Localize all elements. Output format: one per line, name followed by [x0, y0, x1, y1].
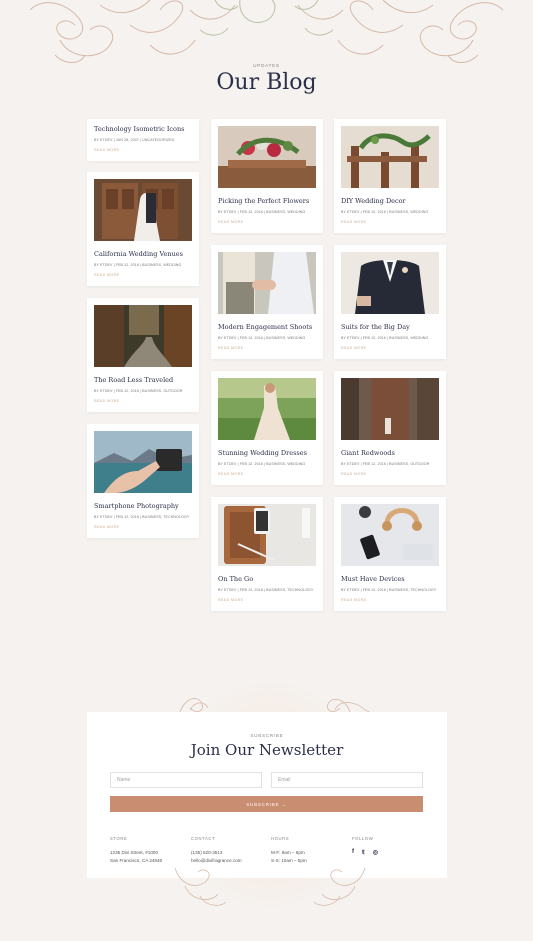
read-more-link[interactable]: Read More	[341, 220, 366, 224]
hours-label: Hours	[271, 836, 290, 841]
blog-card[interactable]: Stunning Wedding Dresses BY ETDEV | FEB …	[211, 371, 323, 485]
twitter-icon[interactable]: 𝕥	[362, 849, 365, 856]
facebook-icon[interactable]: f	[352, 849, 354, 856]
post-image[interactable]	[218, 252, 316, 314]
post-title[interactable]: DIY Wedding Decor	[341, 197, 441, 205]
post-title[interactable]: Technology Isometric Icons	[94, 125, 194, 133]
section-eyebrow: Updates	[253, 63, 280, 68]
post-image[interactable]	[341, 504, 439, 566]
floral-footer-decoration	[174, 867, 366, 906]
email-address[interactable]: hello@divifragrance.com	[191, 857, 261, 865]
blog-card[interactable]: Modern Engagement Shoots BY ETDEV | FEB …	[211, 245, 323, 359]
newsletter-panel: Subscribe Join Our Newsletter Subscribe …	[87, 712, 447, 878]
blog-card[interactable]: The Road Less Traveled BY ETDEV | FEB 12…	[87, 298, 199, 412]
blog-card[interactable]: Suits for the Big Day BY ETDEV | FEB 12,…	[334, 245, 446, 359]
newsletter-eyebrow: Subscribe	[250, 733, 284, 738]
post-meta: BY ETDEV | FEB 12, 2016 | BUSINESS, TECH…	[341, 588, 437, 592]
read-more-link[interactable]: Read More	[341, 472, 366, 476]
read-more-link[interactable]: Read More	[94, 399, 119, 403]
post-image[interactable]	[341, 126, 439, 188]
post-image[interactable]	[94, 179, 192, 241]
hours-info: Hours M-F: 9am – 6pm S-S: 10am – 5pm	[271, 836, 341, 865]
post-image[interactable]	[94, 305, 192, 367]
contact-label: Contact	[191, 836, 216, 841]
floral-header-decoration	[29, 0, 504, 63]
read-more-link[interactable]: Read More	[218, 598, 243, 602]
post-meta: BY ETDEV | FEB 12, 2016 | BUSINESS, WEDD…	[341, 210, 429, 214]
email-input[interactable]	[271, 772, 423, 788]
post-meta: BY ETDEV | FEB 12, 2016 | BUSINESS, WEDD…	[94, 263, 182, 267]
store-address-line: 1235 Divi Street, #1000	[110, 850, 159, 855]
read-more-link[interactable]: Read More	[218, 220, 243, 224]
post-meta: BY ETDEV | FEB 12, 2016 | BUSINESS, WEDD…	[218, 210, 306, 214]
post-meta: BY ETDEV | FEB 12, 2016 | BUSINESS, WEDD…	[341, 336, 429, 340]
hours-line: S-S: 10am – 5pm	[271, 858, 307, 863]
subscribe-button[interactable]: Subscribe →	[110, 796, 423, 812]
post-meta: BY ETDEV | FEB 12, 2016 | BUSINESS, TECH…	[218, 588, 314, 592]
contact-info: Contact (135) 520-3513 hello@divifragran…	[191, 836, 261, 865]
post-meta: BY ETDEV | FEB 12, 2016 | BUSINESS, TECH…	[94, 515, 190, 519]
blog-card[interactable]: On The Go BY ETDEV | FEB 12, 2016 | BUSI…	[211, 497, 323, 611]
post-meta: BY ETDEV | FEB 12, 2016 | BUSINESS, OUTD…	[341, 462, 430, 466]
store-address-line: San Francisco, CA 24946	[110, 858, 163, 863]
post-title[interactable]: Stunning Wedding Dresses	[218, 449, 318, 457]
read-more-link[interactable]: Read More	[94, 273, 119, 277]
post-image[interactable]	[94, 431, 192, 493]
post-meta: BY ETDEV | FEB 12, 2016 | BUSINESS, OUTD…	[94, 389, 183, 393]
read-more-link[interactable]: Read More	[94, 525, 119, 529]
post-title[interactable]: Modern Engagement Shoots	[218, 323, 318, 331]
post-title[interactable]: The Road Less Traveled	[94, 376, 194, 384]
post-image[interactable]	[218, 378, 316, 440]
post-image[interactable]	[341, 252, 439, 314]
post-title[interactable]: Giant Redwoods	[341, 449, 441, 457]
blog-card[interactable]: California Wedding Venues BY ETDEV | FEB…	[87, 172, 199, 286]
blog-card[interactable]: Giant Redwoods BY ETDEV | FEB 12, 2016 |…	[334, 371, 446, 485]
hours-line: M-F: 9am – 6pm	[271, 850, 305, 855]
newsletter-title: Join Our Newsletter	[190, 741, 344, 759]
read-more-link[interactable]: Read More	[94, 148, 119, 152]
store-info: Store 1235 Divi Street, #1000 San Franci…	[110, 836, 180, 865]
post-meta: BY ETDEV | JUN 28, 2007 | UNCATEGORIZED	[94, 138, 175, 142]
follow-info: Follow f 𝕥 ◎	[352, 836, 422, 856]
instagram-icon[interactable]: ◎	[373, 849, 378, 856]
post-image[interactable]	[341, 378, 439, 440]
post-title[interactable]: Smartphone Photography	[94, 502, 194, 510]
post-title[interactable]: Must Have Devices	[341, 575, 441, 583]
blog-card[interactable]: DIY Wedding Decor BY ETDEV | FEB 12, 201…	[334, 119, 446, 233]
post-title[interactable]: Picking the Perfect Flowers	[218, 197, 318, 205]
phone-number[interactable]: (135) 520-3513	[191, 849, 261, 857]
blog-card[interactable]: Technology Isometric Icons BY ETDEV | JU…	[87, 119, 199, 161]
social-icons: f 𝕥 ◎	[352, 849, 422, 856]
read-more-link[interactable]: Read More	[341, 598, 366, 602]
post-meta: BY ETDEV | FEB 12, 2016 | BUSINESS, WEDD…	[218, 462, 306, 466]
post-title[interactable]: On The Go	[218, 575, 318, 583]
post-image[interactable]	[218, 126, 316, 188]
post-meta: BY ETDEV | FEB 12, 2016 | BUSINESS, WEDD…	[218, 336, 306, 340]
page-title: Our Blog	[216, 70, 317, 95]
blog-card[interactable]: Smartphone Photography BY ETDEV | FEB 12…	[87, 424, 199, 538]
store-label: Store	[110, 836, 128, 841]
read-more-link[interactable]: Read More	[341, 346, 366, 350]
floral-newsletter-top	[179, 698, 371, 713]
post-image[interactable]	[218, 504, 316, 566]
post-title[interactable]: Suits for the Big Day	[341, 323, 441, 331]
read-more-link[interactable]: Read More	[218, 346, 243, 350]
name-input[interactable]	[110, 772, 262, 788]
read-more-link[interactable]: Read More	[218, 472, 243, 476]
blog-card[interactable]: Picking the Perfect Flowers BY ETDEV | F…	[211, 119, 323, 233]
follow-label: Follow	[352, 836, 374, 841]
post-title[interactable]: California Wedding Venues	[94, 250, 194, 258]
blog-card[interactable]: Must Have Devices BY ETDEV | FEB 12, 201…	[334, 497, 446, 611]
